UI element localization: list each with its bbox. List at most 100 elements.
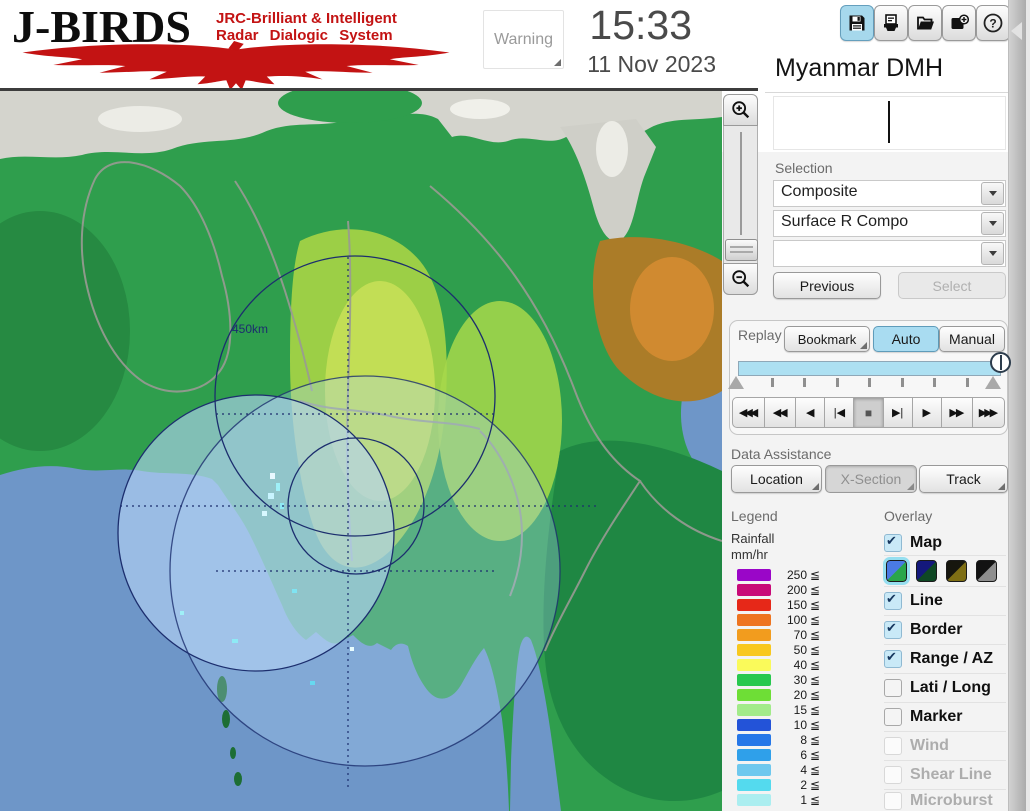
- map-canvas[interactable]: 450km: [0, 91, 722, 811]
- bookmark-corner-grip-icon: [860, 342, 867, 349]
- save-button[interactable]: [840, 5, 874, 41]
- play-button[interactable]: ▶: [911, 397, 942, 428]
- overlay-row-map: Map: [884, 530, 1006, 556]
- legend-leq: ≦: [810, 657, 821, 672]
- print-button[interactable]: [874, 5, 908, 41]
- legend-value: 30: [793, 672, 807, 687]
- auto-mode-button[interactable]: Auto: [873, 326, 939, 352]
- map-checkbox[interactable]: [884, 533, 902, 552]
- add-image-button[interactable]: [942, 5, 976, 41]
- zoom-slider-thumb[interactable]: [725, 239, 758, 261]
- previous-button[interactable]: Previous: [773, 272, 881, 299]
- legend-row: 15 ≦: [731, 702, 841, 717]
- terrain-highlands-core: [630, 257, 714, 361]
- zoom-in-icon: [731, 101, 749, 119]
- fast-rewind-3x-button[interactable]: ◀◀◀: [732, 397, 766, 428]
- track-corner-grip-icon: [998, 483, 1005, 490]
- border-checkbox[interactable]: [884, 620, 902, 639]
- zoom-out-button[interactable]: [723, 263, 758, 295]
- collapse-arrow-icon[interactable]: [1011, 22, 1022, 40]
- timeline-tick: [966, 378, 969, 387]
- legend-color-swatch: [737, 703, 771, 716]
- legend-color-swatch: [737, 793, 771, 806]
- legend-leq: ≦: [810, 567, 821, 582]
- marker-checkbox[interactable]: [884, 708, 902, 726]
- zoom-in-button[interactable]: [723, 94, 758, 126]
- legend-value: 250: [786, 567, 807, 582]
- selection-label: Selection: [775, 160, 833, 176]
- track-button[interactable]: Track: [919, 465, 1008, 493]
- legend-value: 4: [800, 762, 807, 777]
- map-style-2-swatch[interactable]: [916, 560, 937, 582]
- legend-label: Legend: [731, 508, 778, 524]
- select-button[interactable]: Select: [898, 272, 1006, 299]
- play-reverse-button[interactable]: ◀: [795, 397, 826, 428]
- legend-color-swatch: [737, 778, 771, 791]
- location-button[interactable]: Location: [731, 465, 822, 493]
- legend-color-swatch: [737, 643, 771, 656]
- legend-value: 70: [793, 627, 807, 642]
- lati-long-checkbox[interactable]: [884, 679, 902, 697]
- step-back-button[interactable]: |◀: [824, 397, 855, 428]
- legend-row: 2 ≦: [731, 777, 841, 792]
- slider-range-marker-left[interactable]: [728, 376, 744, 389]
- legend-color-swatch: [737, 748, 771, 761]
- product-dropdown[interactable]: Surface R Compo: [773, 210, 1006, 237]
- timeline-tick: [868, 378, 871, 387]
- fast-rewind-button[interactable]: ◀◀: [764, 397, 797, 428]
- open-folder-icon: [917, 16, 934, 30]
- legend-leq: ≦: [810, 687, 821, 702]
- chevron-down-icon: [988, 251, 997, 256]
- location-label: Location: [750, 471, 803, 487]
- legend-value: 100: [786, 612, 807, 627]
- wind-checkbox[interactable]: [884, 737, 902, 755]
- zoom-slider-track[interactable]: [723, 126, 758, 263]
- legend-color-swatch: [737, 568, 771, 581]
- location-corner-grip-icon: [812, 483, 819, 490]
- clock-date: 11 Nov 2023: [587, 51, 716, 77]
- legend-row: 150 ≦: [731, 597, 841, 612]
- overlay-label: Overlay: [884, 508, 933, 524]
- product-dropdown-button[interactable]: [981, 212, 1004, 235]
- overlay-row-border: Border: [884, 616, 1006, 645]
- data-assistance-label: Data Assistance: [731, 446, 832, 462]
- legend-value: 10: [793, 717, 807, 732]
- replay-timeline-thumb[interactable]: [990, 352, 1011, 373]
- line-checkbox[interactable]: [884, 591, 902, 610]
- legend-value: 150: [786, 597, 807, 612]
- composite-dropdown[interactable]: Composite: [773, 180, 1006, 207]
- legend-value: 40: [793, 657, 807, 672]
- chevron-down-icon: [988, 191, 997, 196]
- map-style-1-swatch[interactable]: [883, 557, 910, 585]
- stop-button[interactable]: ■: [853, 397, 884, 428]
- sub-product-dropdown[interactable]: [773, 240, 1006, 267]
- x-section-button[interactable]: X-Section: [825, 465, 917, 493]
- fast-forward-button[interactable]: ▶▶: [940, 397, 973, 428]
- slider-range-marker-right[interactable]: [985, 376, 1001, 389]
- legend-leq: ≦: [810, 702, 821, 717]
- overlay-row-microburst: Microburst: [884, 790, 1006, 811]
- legend-color-swatch: [737, 718, 771, 731]
- microburst-checkbox[interactable]: [884, 791, 902, 810]
- legend-color-swatch: [737, 688, 771, 701]
- map-style-3-swatch[interactable]: [946, 560, 967, 582]
- bookmark-button[interactable]: Bookmark: [784, 326, 870, 352]
- open-file-button[interactable]: [908, 5, 942, 41]
- fast-forward-3x-button[interactable]: ▶▶▶: [971, 397, 1005, 428]
- shear-line-checkbox[interactable]: [884, 766, 902, 784]
- overlay-item-label: Wind: [910, 737, 949, 754]
- manual-mode-button[interactable]: Manual: [939, 326, 1005, 352]
- replay-timeline-track[interactable]: [738, 361, 1001, 376]
- panel-collapse-strip[interactable]: [1008, 0, 1027, 811]
- help-button[interactable]: ?: [976, 5, 1010, 41]
- app-logo-tagline: JRC-Brilliant & Intelligent Radar Dialog…: [216, 10, 397, 44]
- sub-product-dropdown-value: [774, 241, 980, 266]
- composite-dropdown-button[interactable]: [981, 182, 1004, 205]
- sub-product-dropdown-button[interactable]: [981, 242, 1004, 265]
- legend-row: 8 ≦: [731, 732, 841, 747]
- overlay-item-label: Range / AZ: [910, 650, 993, 667]
- overlay-row-wind: Wind: [884, 732, 1006, 761]
- range-az-checkbox[interactable]: [884, 649, 902, 668]
- map-style-4-swatch[interactable]: [976, 560, 997, 582]
- step-forward-button[interactable]: ▶|: [882, 397, 913, 428]
